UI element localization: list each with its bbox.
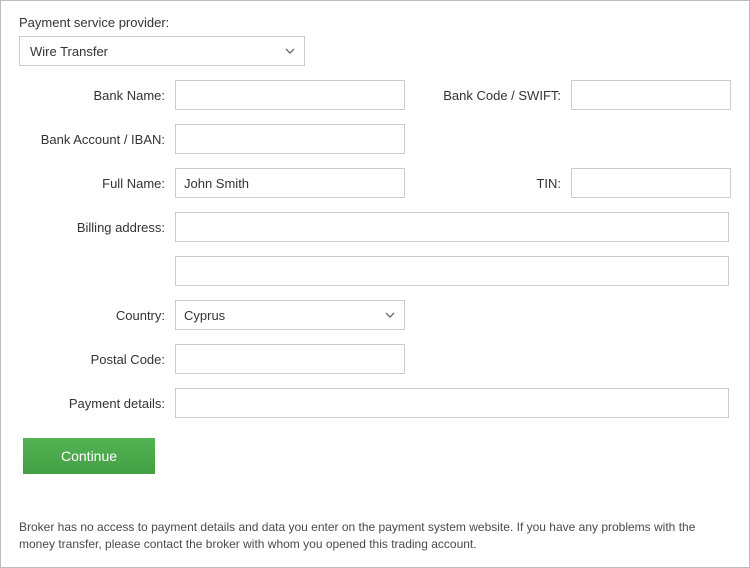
row-postal: Postal Code: xyxy=(19,344,731,374)
button-row: Continue xyxy=(19,432,731,474)
payment-details-label: Payment details: xyxy=(19,396,175,411)
iban-label: Bank Account / IBAN: xyxy=(19,132,175,147)
country-select-wrap: Cyprus xyxy=(175,300,405,330)
tin-label: TIN: xyxy=(405,176,571,191)
row-billing-address-2 xyxy=(19,256,731,286)
row-country: Country: Cyprus xyxy=(19,300,731,330)
row-payment-details: Payment details: xyxy=(19,388,731,418)
row-iban: Bank Account / IBAN: xyxy=(19,124,731,154)
psp-select-wrap: Wire Transfer xyxy=(19,36,305,66)
iban-input[interactable] xyxy=(175,124,405,154)
psp-select[interactable]: Wire Transfer xyxy=(19,36,305,66)
country-label: Country: xyxy=(19,308,175,323)
psp-label: Payment service provider: xyxy=(19,15,731,30)
country-select[interactable]: Cyprus xyxy=(175,300,405,330)
bank-code-label: Bank Code / SWIFT: xyxy=(405,88,571,103)
payment-form-container: Payment service provider: Wire Transfer … xyxy=(0,0,750,568)
full-name-label: Full Name: xyxy=(19,176,175,191)
billing-address-label: Billing address: xyxy=(19,220,175,235)
postal-input[interactable] xyxy=(175,344,405,374)
tin-input[interactable] xyxy=(571,168,731,198)
row-full-name: Full Name: TIN: xyxy=(19,168,731,198)
footnote-text: Broker has no access to payment details … xyxy=(19,519,731,553)
row-bank-name: Bank Name: Bank Code / SWIFT: xyxy=(19,80,731,110)
bank-code-input[interactable] xyxy=(571,80,731,110)
billing-address-input-2[interactable] xyxy=(175,256,729,286)
bank-name-label: Bank Name: xyxy=(19,88,175,103)
payment-details-input[interactable] xyxy=(175,388,729,418)
continue-button[interactable]: Continue xyxy=(23,438,155,474)
row-billing-address: Billing address: xyxy=(19,212,731,242)
full-name-input[interactable] xyxy=(175,168,405,198)
bank-name-input[interactable] xyxy=(175,80,405,110)
postal-label: Postal Code: xyxy=(19,352,175,367)
billing-address-input-1[interactable] xyxy=(175,212,729,242)
form-area: Bank Name: Bank Code / SWIFT: Bank Accou… xyxy=(19,80,731,474)
